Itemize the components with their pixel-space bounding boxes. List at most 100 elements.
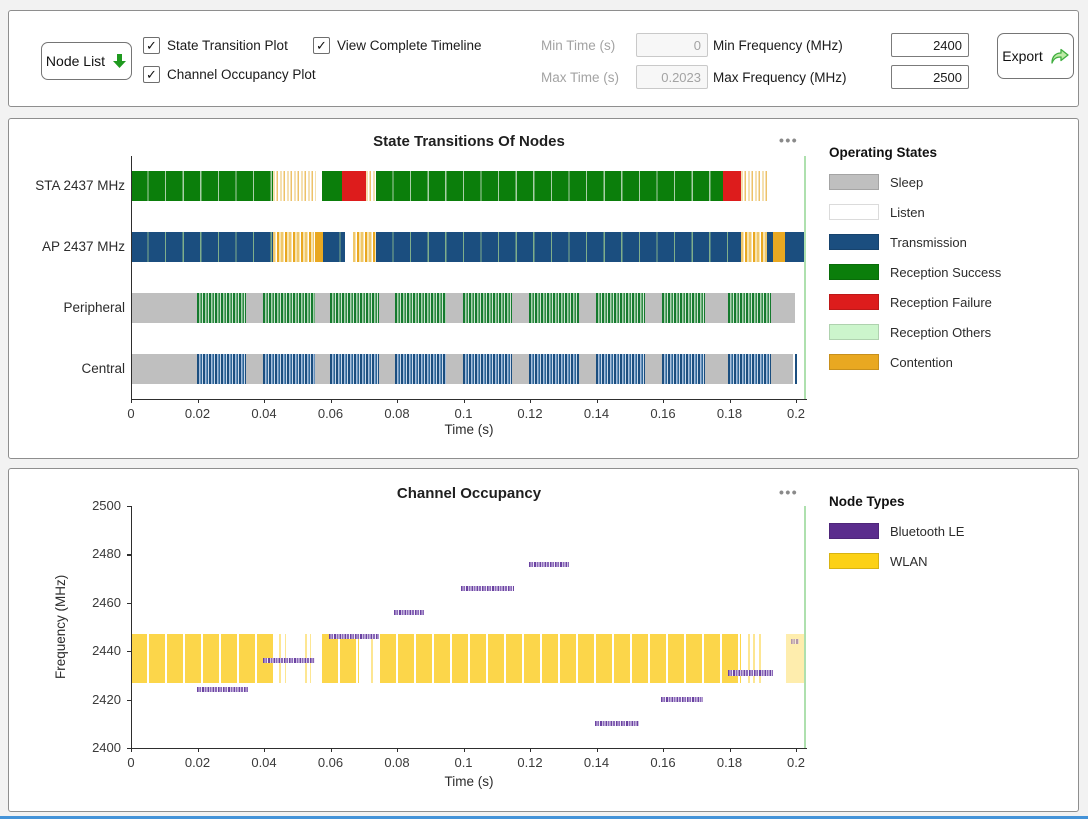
state-segment bbox=[315, 232, 324, 262]
y-tick-label: 2400 bbox=[71, 740, 121, 755]
state-segment bbox=[322, 171, 342, 201]
row-label: AP 2437 MHz bbox=[13, 239, 125, 254]
state-segment bbox=[728, 293, 771, 323]
wlan-segment bbox=[322, 634, 359, 682]
transmission-swatch bbox=[829, 234, 879, 250]
reception-others-swatch bbox=[829, 324, 879, 340]
state-segment bbox=[769, 171, 803, 201]
ble-hop-segment bbox=[263, 658, 315, 663]
timeline-marker bbox=[804, 156, 806, 399]
state-segment bbox=[323, 232, 345, 262]
bluetooth-le-swatch bbox=[829, 523, 879, 539]
y-tick-label: 2500 bbox=[71, 498, 121, 513]
export-label: Export bbox=[1002, 48, 1042, 64]
ble-hop-segment bbox=[329, 634, 379, 639]
state-segment bbox=[596, 293, 646, 323]
checkbox-row-state-transition: ✓ State Transition Plot bbox=[143, 37, 288, 54]
y-tick-label: 2480 bbox=[71, 546, 121, 561]
ble-hop-segment bbox=[394, 610, 424, 615]
x-tick-label: 0.02 bbox=[185, 755, 210, 770]
channel-occupancy-checkbox[interactable]: ✓ bbox=[143, 66, 160, 83]
sleep-swatch bbox=[829, 174, 879, 190]
x-tick bbox=[131, 748, 132, 752]
x-tick-label: 0 bbox=[127, 406, 134, 421]
state-segment bbox=[662, 293, 705, 323]
state-segment bbox=[529, 293, 579, 323]
contention-swatch bbox=[829, 354, 879, 370]
y-tick bbox=[127, 554, 131, 555]
state-segment bbox=[795, 354, 797, 384]
state-segment bbox=[273, 232, 314, 262]
state-segment bbox=[366, 171, 376, 201]
x-tick bbox=[530, 748, 531, 752]
min-time-input[interactable] bbox=[636, 33, 708, 57]
state-segment bbox=[197, 354, 246, 384]
legend-item-bluetooth-le: Bluetooth LE bbox=[829, 523, 964, 539]
check-icon: ✓ bbox=[146, 39, 157, 52]
export-icon bbox=[1050, 48, 1069, 65]
state-chart-y-axis bbox=[131, 156, 132, 399]
state-legend-title: Operating States bbox=[829, 145, 937, 160]
x-tick-label: 0.18 bbox=[717, 755, 742, 770]
state-segment bbox=[330, 354, 379, 384]
max-time-label: Max Time (s) bbox=[541, 70, 619, 85]
node-list-label: Node List bbox=[46, 53, 105, 69]
state-segment bbox=[785, 232, 804, 262]
x-tick-label: 0.02 bbox=[185, 406, 210, 421]
x-tick bbox=[730, 748, 731, 752]
y-tick bbox=[127, 651, 131, 652]
state-chart-title: State Transitions Of Nodes bbox=[131, 133, 807, 150]
view-complete-timeline-checkbox[interactable]: ✓ bbox=[313, 37, 330, 54]
min-frequency-label: Min Frequency (MHz) bbox=[713, 38, 843, 53]
legend-item-contention: Contention bbox=[829, 354, 953, 370]
state-chart-plot-area bbox=[131, 156, 807, 399]
checkbox-row-channel-occupancy: ✓ Channel Occupancy Plot bbox=[143, 66, 316, 83]
occupancy-chart-x-axis bbox=[131, 748, 807, 749]
legend-item-wlan: WLAN bbox=[829, 553, 928, 569]
state-segment bbox=[263, 293, 315, 323]
state-segment bbox=[376, 232, 741, 262]
node-list-button[interactable]: Node List bbox=[41, 42, 132, 80]
state-transition-checkbox[interactable]: ✓ bbox=[143, 37, 160, 54]
y-tick-label: 2460 bbox=[71, 595, 121, 610]
app-window: Node List ✓ State Transition Plot ✓ Chan… bbox=[0, 0, 1088, 819]
x-tick bbox=[198, 748, 199, 752]
occupancy-chart-plot-area bbox=[131, 506, 807, 748]
ble-hop-segment bbox=[595, 721, 639, 726]
x-tick-label: 0.06 bbox=[318, 755, 343, 770]
state-segment bbox=[263, 354, 315, 384]
x-tick bbox=[730, 399, 731, 403]
reception-success-swatch bbox=[829, 264, 879, 280]
state-segment bbox=[346, 232, 353, 262]
occupancy-chart-menu-icon[interactable]: ••• bbox=[779, 484, 798, 500]
y-tick bbox=[127, 603, 131, 604]
state-segment bbox=[273, 171, 316, 201]
x-tick bbox=[597, 399, 598, 403]
x-tick-label: 0.18 bbox=[717, 406, 742, 421]
legend-item-listen: Listen bbox=[829, 204, 925, 220]
x-tick-label: 0.06 bbox=[318, 406, 343, 421]
ble-hop-segment bbox=[661, 697, 703, 702]
state-segment bbox=[395, 354, 446, 384]
reception-failure-swatch bbox=[829, 294, 879, 310]
x-tick bbox=[663, 748, 664, 752]
legend-item-sleep: Sleep bbox=[829, 174, 923, 190]
state-chart-menu-icon[interactable]: ••• bbox=[779, 132, 798, 148]
min-frequency-input[interactable] bbox=[891, 33, 969, 57]
max-time-input[interactable] bbox=[636, 65, 708, 89]
x-tick-label: 0.1 bbox=[454, 406, 472, 421]
export-button[interactable]: Export bbox=[997, 33, 1074, 79]
state-chart-x-axis bbox=[131, 399, 807, 400]
state-segment bbox=[330, 293, 379, 323]
state-segment bbox=[596, 354, 646, 384]
x-tick bbox=[796, 748, 797, 752]
row-label: STA 2437 MHz bbox=[13, 178, 125, 193]
x-tick bbox=[331, 748, 332, 752]
checkbox-row-complete-timeline: ✓ View Complete Timeline bbox=[313, 37, 482, 54]
state-row bbox=[131, 354, 807, 384]
x-tick-label: 0.2 bbox=[787, 755, 805, 770]
legend-item-reception-success: Reception Success bbox=[829, 264, 1001, 280]
ble-hop-segment bbox=[791, 639, 799, 644]
max-frequency-input[interactable] bbox=[891, 65, 969, 89]
x-tick-label: 0.12 bbox=[517, 406, 542, 421]
